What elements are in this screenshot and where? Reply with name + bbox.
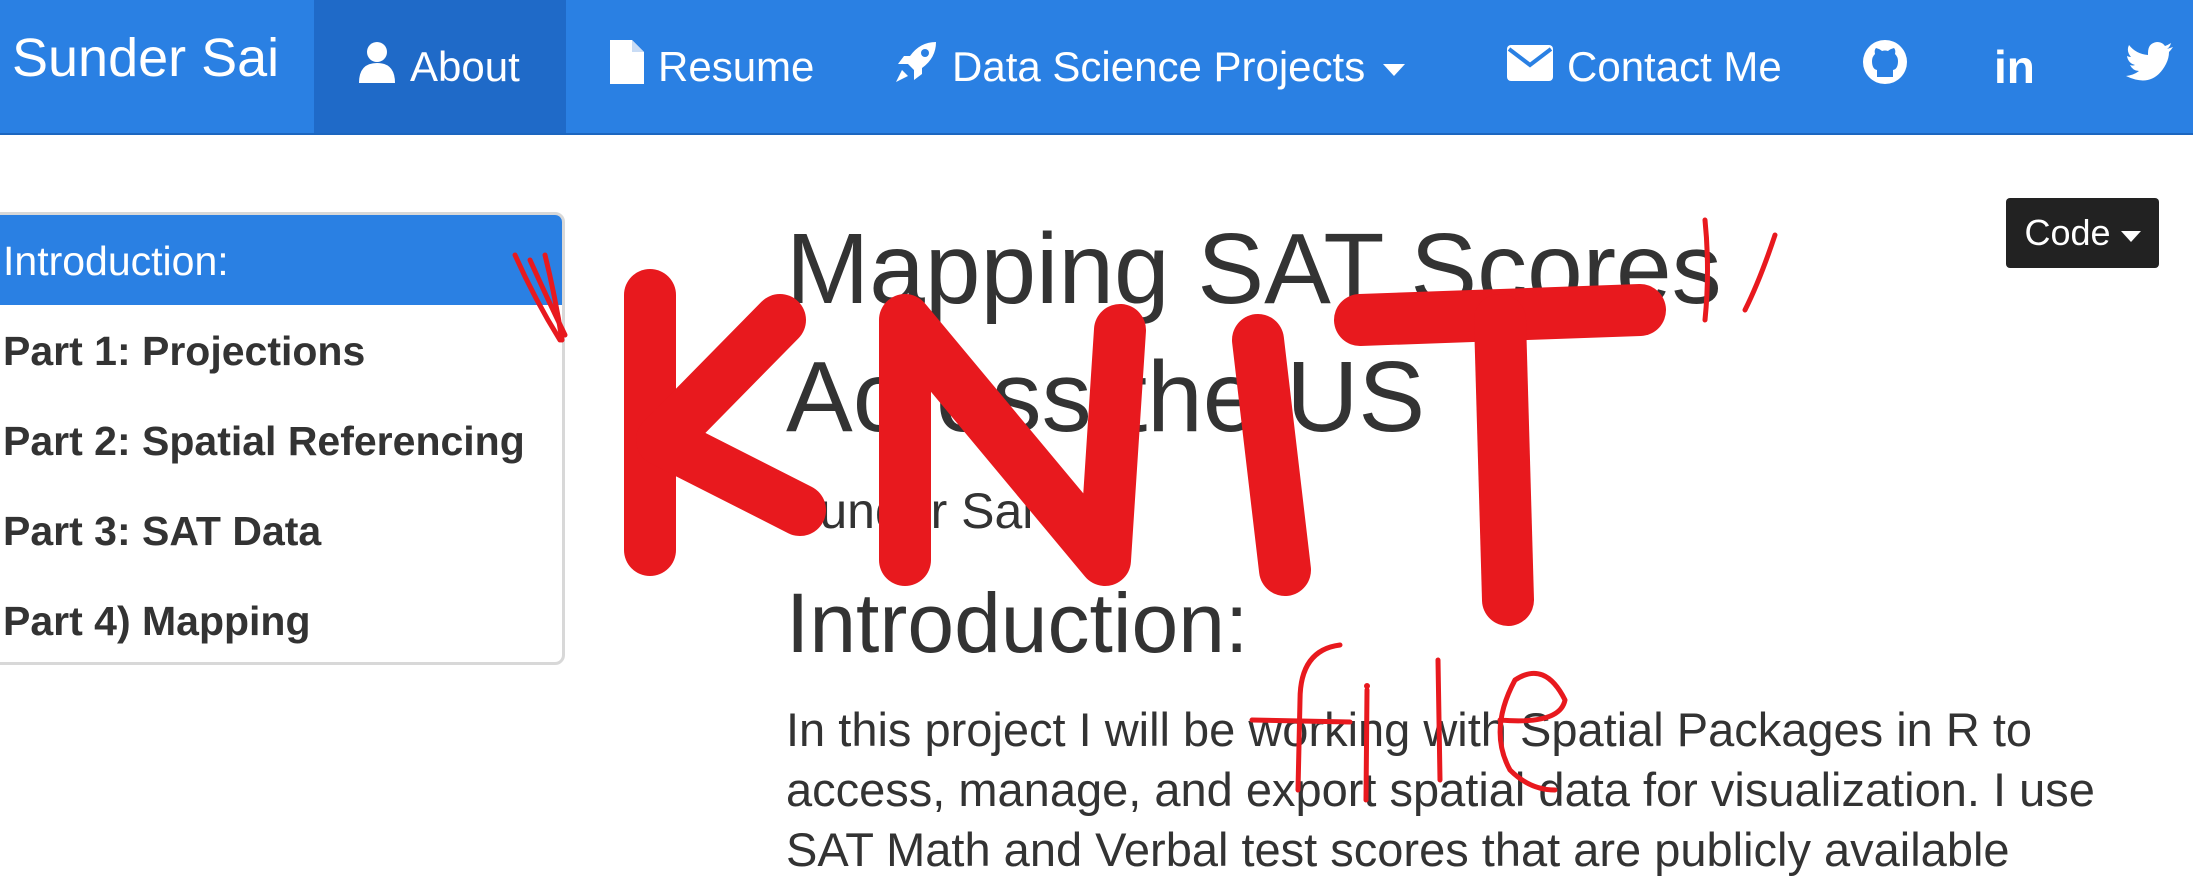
chevron-down-icon [2120,230,2141,242]
nav-about[interactable]: About [314,0,566,133]
author-name: Sunder Sai [786,483,1034,539]
brand-link[interactable]: Sunder Sai [12,22,279,94]
linkedin-icon: in [1994,40,2035,93]
chevron-down-icon [1383,63,1406,76]
nav-resume[interactable]: Resume [610,0,814,133]
table-of-contents: Introduction: Part 1: Projections Part 2… [0,212,565,665]
rocket-icon [894,40,938,94]
page-title: Mapping SAT Scores Across the US [786,213,1722,453]
toc-item-introduction[interactable]: Introduction: [0,215,562,305]
github-link[interactable] [1862,0,1908,133]
section-heading-introduction: Introduction: [786,576,1249,670]
top-navbar: Sunder Sai About Resume Data Science Pro… [0,0,2193,135]
nav-projects-label: Data Science Projects [952,42,1366,90]
github-icon [1862,39,1908,95]
nav-data-science-projects[interactable]: Data Science Projects [894,0,1406,133]
intro-paragraph: In this project I will be working with S… [786,703,2095,876]
nav-about-label: About [410,42,520,90]
toc-item-mapping[interactable]: Part 4) Mapping [3,598,311,645]
toc-item-sat-data[interactable]: Part 3: SAT Data [3,508,321,555]
nav-contact-me[interactable]: Contact Me [1507,0,1782,133]
file-icon [610,39,644,94]
nav-resume-label: Resume [658,42,815,90]
twitter-icon [2126,41,2174,92]
code-dropdown-button[interactable]: Code [2006,198,2159,268]
envelope-icon [1507,43,1553,91]
toc-item-projections[interactable]: Part 1: Projections [3,328,365,375]
code-button-label: Code [2024,212,2111,253]
toc-item-spatial-referencing[interactable]: Part 2: Spatial Referencing [3,418,525,465]
nav-contact-label: Contact Me [1567,42,1782,90]
linkedin-link[interactable]: in [1994,0,2035,133]
twitter-link[interactable] [2126,0,2174,133]
user-icon [358,41,396,93]
toc-item-label: Introduction: [3,238,229,284]
